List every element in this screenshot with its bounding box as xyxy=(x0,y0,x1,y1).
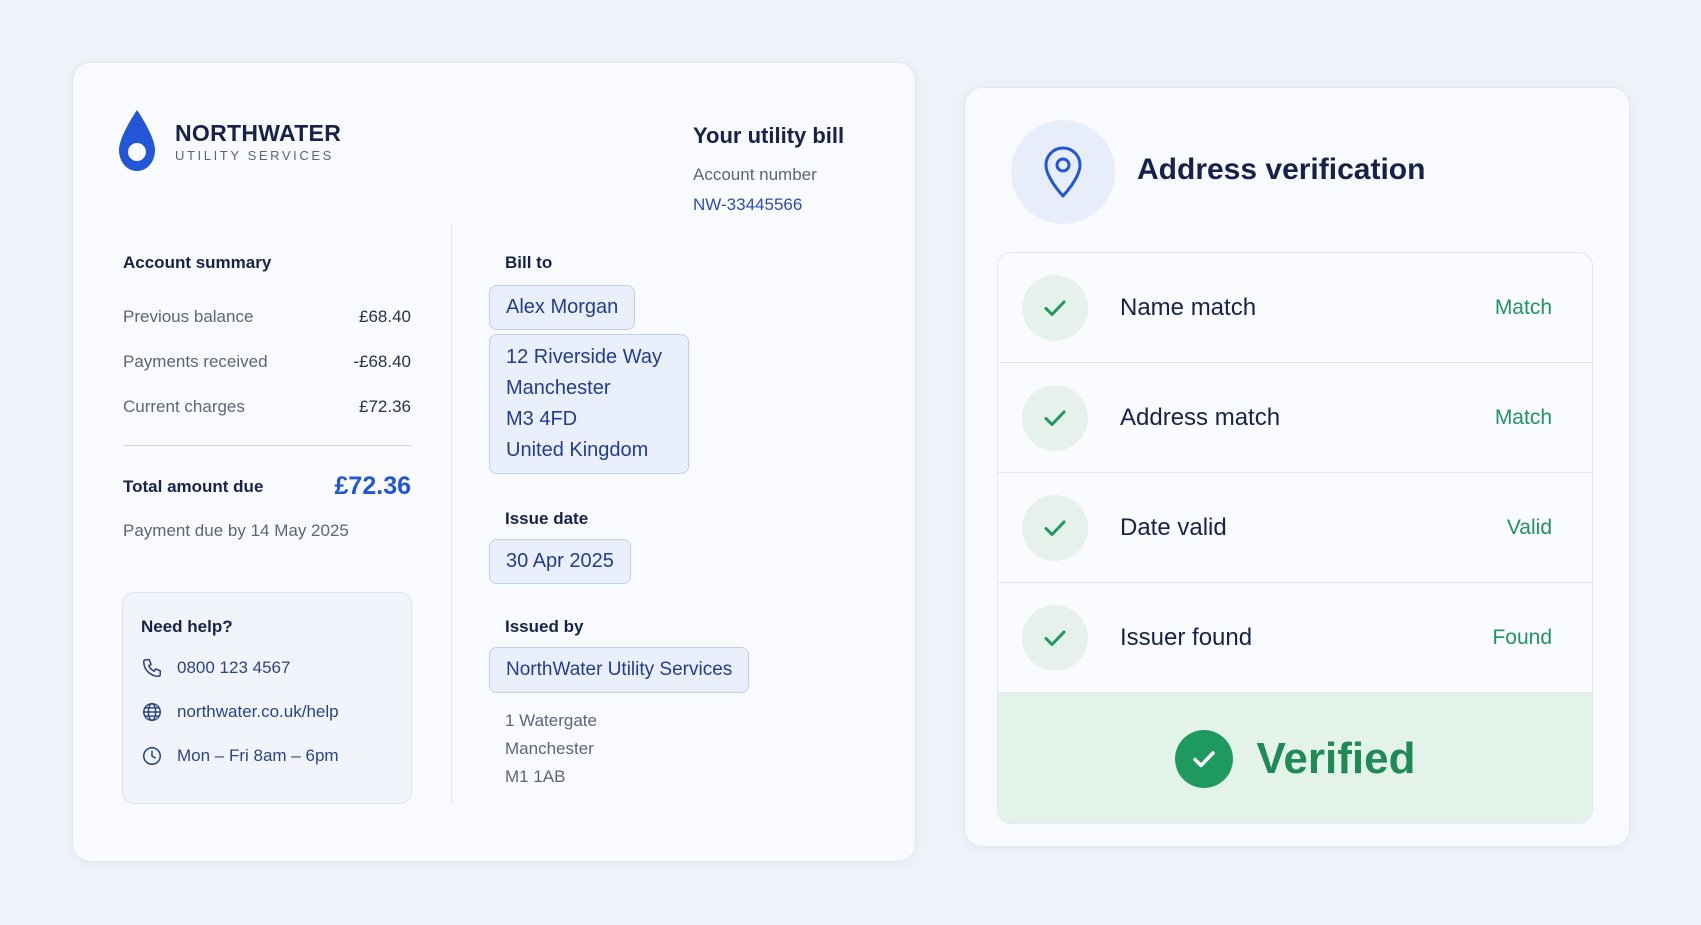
help-hours-text: Mon – Fri 8am – 6pm xyxy=(177,746,339,765)
account-summary: Account summary Previous balance £68.40 … xyxy=(123,253,411,541)
check-label: Issuer found xyxy=(1120,623,1253,651)
issuer-address: 1 Watergate Manchester M1 1AB xyxy=(505,707,749,791)
summary-row-amount: -£68.40 xyxy=(353,352,411,371)
summary-row-label: Previous balance xyxy=(123,307,254,326)
bill-header: Your utility bill Account number NW-3344… xyxy=(693,123,844,215)
summary-row-label: Payments received xyxy=(123,352,268,371)
verified-banner: Verified xyxy=(998,693,1592,823)
logo-title: NORTHWATER xyxy=(175,119,342,146)
check-badge xyxy=(1022,604,1088,671)
check-label: Address match xyxy=(1120,403,1281,431)
verified-badge xyxy=(1174,730,1233,788)
issued-by-section: Issued by NorthWater Utility Services 1 … xyxy=(489,617,750,791)
check-status: Match xyxy=(1494,295,1552,319)
check-badge xyxy=(1022,274,1088,341)
help-website-link[interactable]: northwater.co.uk/help xyxy=(141,701,393,723)
summary-row-amount: £68.40 xyxy=(359,307,411,326)
address-line: M1 1AB xyxy=(505,767,566,786)
column-divider xyxy=(451,225,452,805)
issued-by-label: Issued by xyxy=(505,617,584,636)
address-line: 1 Watergate xyxy=(505,711,597,730)
help-title: Need help? xyxy=(141,617,233,636)
summary-row-previous-balance: Previous balance £68.40 xyxy=(123,307,411,327)
address-line: 12 Riverside Way xyxy=(506,346,662,368)
check-row-address-match: Address match Match xyxy=(998,363,1592,473)
checkmark-icon xyxy=(1192,751,1215,768)
verified-status-text: Verified xyxy=(1256,734,1416,783)
utility-bill-card: NORTHWATER UTILITY SERVICES Your utility… xyxy=(72,62,916,862)
issue-date-label: Issue date xyxy=(505,509,589,528)
verification-title: Address verification xyxy=(1137,153,1426,186)
help-box: Need help? 0800 123 4567 northwater.co.u… xyxy=(122,592,412,804)
address-line: Manchester xyxy=(506,377,611,399)
bill-to-name: Alex Morgan xyxy=(489,285,636,330)
check-label: Date valid xyxy=(1120,513,1227,541)
checkmark-icon xyxy=(1044,520,1066,536)
summary-row-payments-received: Payments received -£68.40 xyxy=(123,352,411,372)
check-status: Valid xyxy=(1506,515,1552,539)
checkmark-icon xyxy=(1044,300,1066,316)
location-pin-icon xyxy=(1044,146,1082,198)
bill-to-section: Bill to Alex Morgan 12 Riverside Way Man… xyxy=(489,253,689,474)
checkmark-icon xyxy=(1044,630,1066,646)
logo-subtitle: UTILITY SERVICES xyxy=(175,147,334,163)
help-phone[interactable]: 0800 123 4567 xyxy=(141,657,393,679)
account-number-value: NW-33445566 xyxy=(693,195,803,214)
check-status: Match xyxy=(1494,405,1552,429)
checkmark-icon xyxy=(1044,410,1066,426)
summary-row-current-charges: Current charges £72.36 xyxy=(123,397,411,417)
summary-divider xyxy=(123,445,411,446)
address-line: Manchester xyxy=(505,739,594,758)
location-badge xyxy=(1011,120,1115,224)
account-summary-title: Account summary xyxy=(123,253,272,272)
issuer-name: NorthWater Utility Services xyxy=(489,647,750,693)
check-status: Found xyxy=(1492,625,1552,649)
summary-row-amount: £72.36 xyxy=(359,397,411,416)
check-label: Name match xyxy=(1120,293,1257,321)
total-amount-due: Total amount due £72.36 xyxy=(123,472,411,501)
check-row-issuer-found: Issuer found Found xyxy=(998,583,1592,693)
total-label: Total amount due xyxy=(123,476,264,496)
summary-row-label: Current charges xyxy=(123,397,245,416)
clock-icon xyxy=(142,746,162,766)
help-hours: Mon – Fri 8am – 6pm xyxy=(141,745,393,767)
bill-title: Your utility bill xyxy=(693,123,845,148)
issue-date-section: Issue date 30 Apr 2025 xyxy=(489,509,631,584)
check-row-date-valid: Date valid Valid xyxy=(998,473,1592,583)
help-website-text: northwater.co.uk/help xyxy=(177,702,339,721)
payment-due-date: Payment due by 14 May 2025 xyxy=(123,521,349,540)
address-line: M3 4FD xyxy=(506,408,578,430)
check-row-name-match: Name match Match xyxy=(998,253,1592,363)
bill-to-label: Bill to xyxy=(505,253,553,272)
total-value: £72.36 xyxy=(334,472,411,500)
globe-icon xyxy=(143,703,161,721)
check-badge xyxy=(1022,384,1088,451)
verification-checks: Name match Match Address match Match Dat… xyxy=(997,252,1593,824)
check-badge xyxy=(1022,494,1088,561)
water-drop-icon xyxy=(119,110,155,171)
address-verification-card: Address verification Name match Match Ad… xyxy=(964,87,1630,847)
issue-date-value: 30 Apr 2025 xyxy=(489,539,631,584)
company-logo: NORTHWATER UTILITY SERVICES xyxy=(115,108,341,174)
phone-icon xyxy=(142,658,162,678)
help-phone-text: 0800 123 4567 xyxy=(177,658,291,677)
address-line: United Kingdom xyxy=(506,439,649,461)
account-number-label: Account number xyxy=(693,165,817,184)
bill-to-address: 12 Riverside Way Manchester M3 4FD Unite… xyxy=(489,334,689,474)
